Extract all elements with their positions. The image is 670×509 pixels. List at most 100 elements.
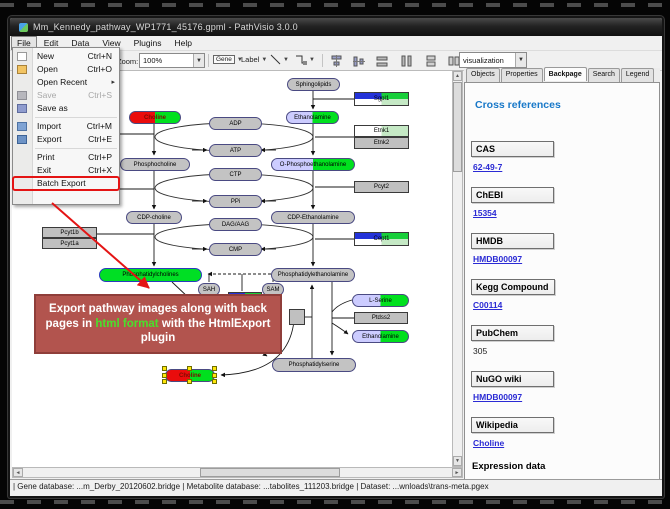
pathway-node-cdp-choline[interactable]: CDP-choline [126, 211, 182, 224]
file-menu-item-new[interactable]: NewCtrl+N [13, 50, 119, 63]
file-menu-item-exit[interactable]: ExitCtrl+X [13, 164, 119, 177]
pathway-node-cmp[interactable]: CMP [209, 243, 262, 256]
zoom-value: 100% [140, 56, 193, 65]
crossref-section-chebi: ChEBI 15354 [471, 185, 653, 218]
tab-search[interactable]: Search [588, 68, 620, 82]
stack-vertical-icon[interactable] [425, 55, 438, 67]
menu-item-label: Print [37, 152, 54, 162]
vertical-scrollbar[interactable]: ▲ ▼ [452, 70, 463, 467]
tab-legend[interactable]: Legend [621, 68, 654, 82]
pathway-node-etnk2[interactable]: Etnk2 [354, 137, 409, 149]
selection-handle[interactable] [212, 366, 217, 371]
crossref-value: Choline [473, 438, 653, 448]
vertical-scroll-thumb[interactable] [453, 82, 462, 172]
backpage-panel: Cross references CAS62-49-7ChEBI15354HMD… [464, 82, 660, 494]
crossref-header: ChEBI [471, 187, 554, 203]
crossref-section-hmdb: HMDBHMDB00097 [471, 231, 653, 264]
distribute-horizontal-icon[interactable] [376, 55, 389, 67]
menu-item-label: Exit [37, 165, 51, 175]
menubar-item-help[interactable]: Help [169, 36, 198, 50]
pathway-node-choline[interactable]: Choline [129, 111, 181, 124]
crossref-link[interactable]: 62-49-7 [473, 162, 502, 172]
file-menu: NewCtrl+NOpenCtrl+OOpen Recent▸SaveCtrl+… [12, 47, 120, 205]
pathway-node-o-phosphoethanolamine[interactable]: O-Phosphoethanolamine [271, 158, 355, 171]
app-icon [19, 23, 28, 32]
scroll-down-icon[interactable]: ▼ [453, 456, 462, 466]
label-tool-button[interactable]: Label ▼ [241, 53, 267, 66]
pathway-node-pcyt1b[interactable]: Pcyt1b [42, 227, 97, 238]
crossref-link[interactable]: HMDB00097 [473, 254, 522, 264]
visualization-combobox[interactable]: visualization ▼ [459, 52, 527, 68]
pathway-node-cdp-ethanolamine[interactable]: CDP-Ethanolamine [271, 211, 355, 224]
horizontal-scroll-thumb[interactable] [200, 468, 340, 477]
save-as-icon [17, 104, 27, 113]
scroll-up-icon[interactable]: ▲ [453, 71, 462, 81]
pathway-node-phosphatidylethanolamine[interactable]: Phosphatidylethanolamine [271, 268, 355, 282]
menu-item-label: New [37, 51, 54, 61]
tab-backpage[interactable]: Backpage [544, 67, 587, 81]
file-menu-item-batch-export[interactable]: Batch Export [13, 177, 119, 190]
horizontal-scrollbar[interactable]: ◄ ► [12, 467, 463, 478]
tab-properties[interactable]: Properties [501, 68, 543, 82]
chevron-down-icon[interactable]: ▼ [515, 53, 526, 67]
pathway-node-ptdss2[interactable]: Ptdss2 [354, 312, 408, 324]
pathway-node[interactable] [289, 309, 305, 325]
file-menu-item-open-recent[interactable]: Open Recent▸ [13, 76, 119, 89]
file-menu-item-import[interactable]: ImportCtrl+M [13, 120, 119, 133]
crossref-link[interactable]: C00114 [473, 300, 502, 310]
pathway-node-phosphatidylcholines[interactable]: Phosphatidylcholines [99, 268, 202, 282]
pathway-node-atp[interactable]: ATP [209, 144, 262, 157]
align-center-icon[interactable] [330, 55, 343, 67]
scroll-left-icon[interactable]: ◄ [13, 468, 23, 477]
file-menu-item-save[interactable]: SaveCtrl+S [13, 89, 119, 102]
selection-handle[interactable] [162, 366, 167, 371]
file-menu-item-save-as[interactable]: Save as [13, 102, 119, 115]
selection-handle[interactable] [162, 373, 167, 378]
pathway-node-ethanolamine[interactable]: Ethanolamine [286, 111, 339, 124]
menubar-item-plugins[interactable]: Plugins [128, 36, 168, 50]
pathway-node-sgpl1[interactable]: Sgpl1 [354, 92, 409, 106]
pathway-node-ctp[interactable]: CTP [209, 168, 262, 181]
selection-handle[interactable] [212, 379, 217, 384]
pathway-node-pcyt1a[interactable]: Pcyt1a [42, 238, 97, 249]
pathway-node-l-serine[interactable]: L-Serine [352, 294, 409, 307]
chevron-down-icon[interactable]: ▼ [283, 57, 289, 63]
align-middle-icon[interactable] [353, 55, 366, 67]
line-tool-button[interactable]: ▼ [270, 53, 289, 66]
crossref-section-wikipedia: WikipediaCholine [471, 415, 653, 448]
sidebar-tabs: ObjectsPropertiesBackpageSearchLegend [466, 68, 660, 82]
zoom-combobox[interactable]: 100% ▼ [139, 53, 205, 68]
crossref-link[interactable]: HMDB00097 [473, 392, 522, 402]
file-menu-item-open[interactable]: OpenCtrl+O [13, 63, 119, 76]
crossref-link[interactable]: 15354 [473, 208, 497, 218]
pathway-node-phosphatidylserine[interactable]: Phosphatidylserine [272, 358, 356, 372]
selection-handle[interactable] [187, 379, 192, 384]
screen: Mm_Kennedy_pathway_WP1771_45176.gpml - P… [0, 0, 670, 509]
scroll-right-icon[interactable]: ► [452, 468, 462, 477]
blank-icon [17, 179, 27, 188]
file-menu-item-print[interactable]: PrintCtrl+P [13, 151, 119, 164]
pathway-node-pcyt2[interactable]: Pcyt2 [354, 181, 409, 193]
pathway-node-phosphocholine[interactable]: Phosphocholine [120, 158, 190, 171]
pathway-node-dag-aag[interactable]: DAG/AAG [209, 218, 262, 231]
selection-handle[interactable] [187, 366, 192, 371]
crossref-link[interactable]: Choline [473, 438, 504, 448]
gene-node-button[interactable]: Gene ▼ [213, 53, 243, 66]
distribute-vertical-icon[interactable] [400, 55, 413, 67]
connector-tool-button[interactable]: ▼ [295, 53, 315, 66]
pathway-node-cept1[interactable]: Cept1 [354, 232, 409, 246]
chevron-down-icon[interactable]: ▼ [193, 54, 204, 67]
chevron-down-icon[interactable]: ▼ [309, 57, 315, 63]
selection-handle[interactable] [212, 373, 217, 378]
selection-handle[interactable] [162, 379, 167, 384]
zoom-label: Zoom: [117, 57, 138, 66]
tab-objects[interactable]: Objects [466, 68, 500, 82]
file-menu-item-export[interactable]: ExportCtrl+E [13, 133, 119, 146]
chevron-down-icon[interactable]: ▼ [261, 57, 267, 63]
pathway-node-ppi[interactable]: PPi [209, 195, 262, 208]
elbow-connector-icon [295, 54, 307, 65]
pathway-node-ethanolamine[interactable]: Ethanolamine [352, 330, 409, 343]
pathway-node-adp[interactable]: ADP [209, 117, 262, 130]
pathway-node-sphingolipids[interactable]: Sphingolipids [287, 78, 340, 91]
pathway-node-etnk1[interactable]: Etnk1 [354, 125, 409, 137]
